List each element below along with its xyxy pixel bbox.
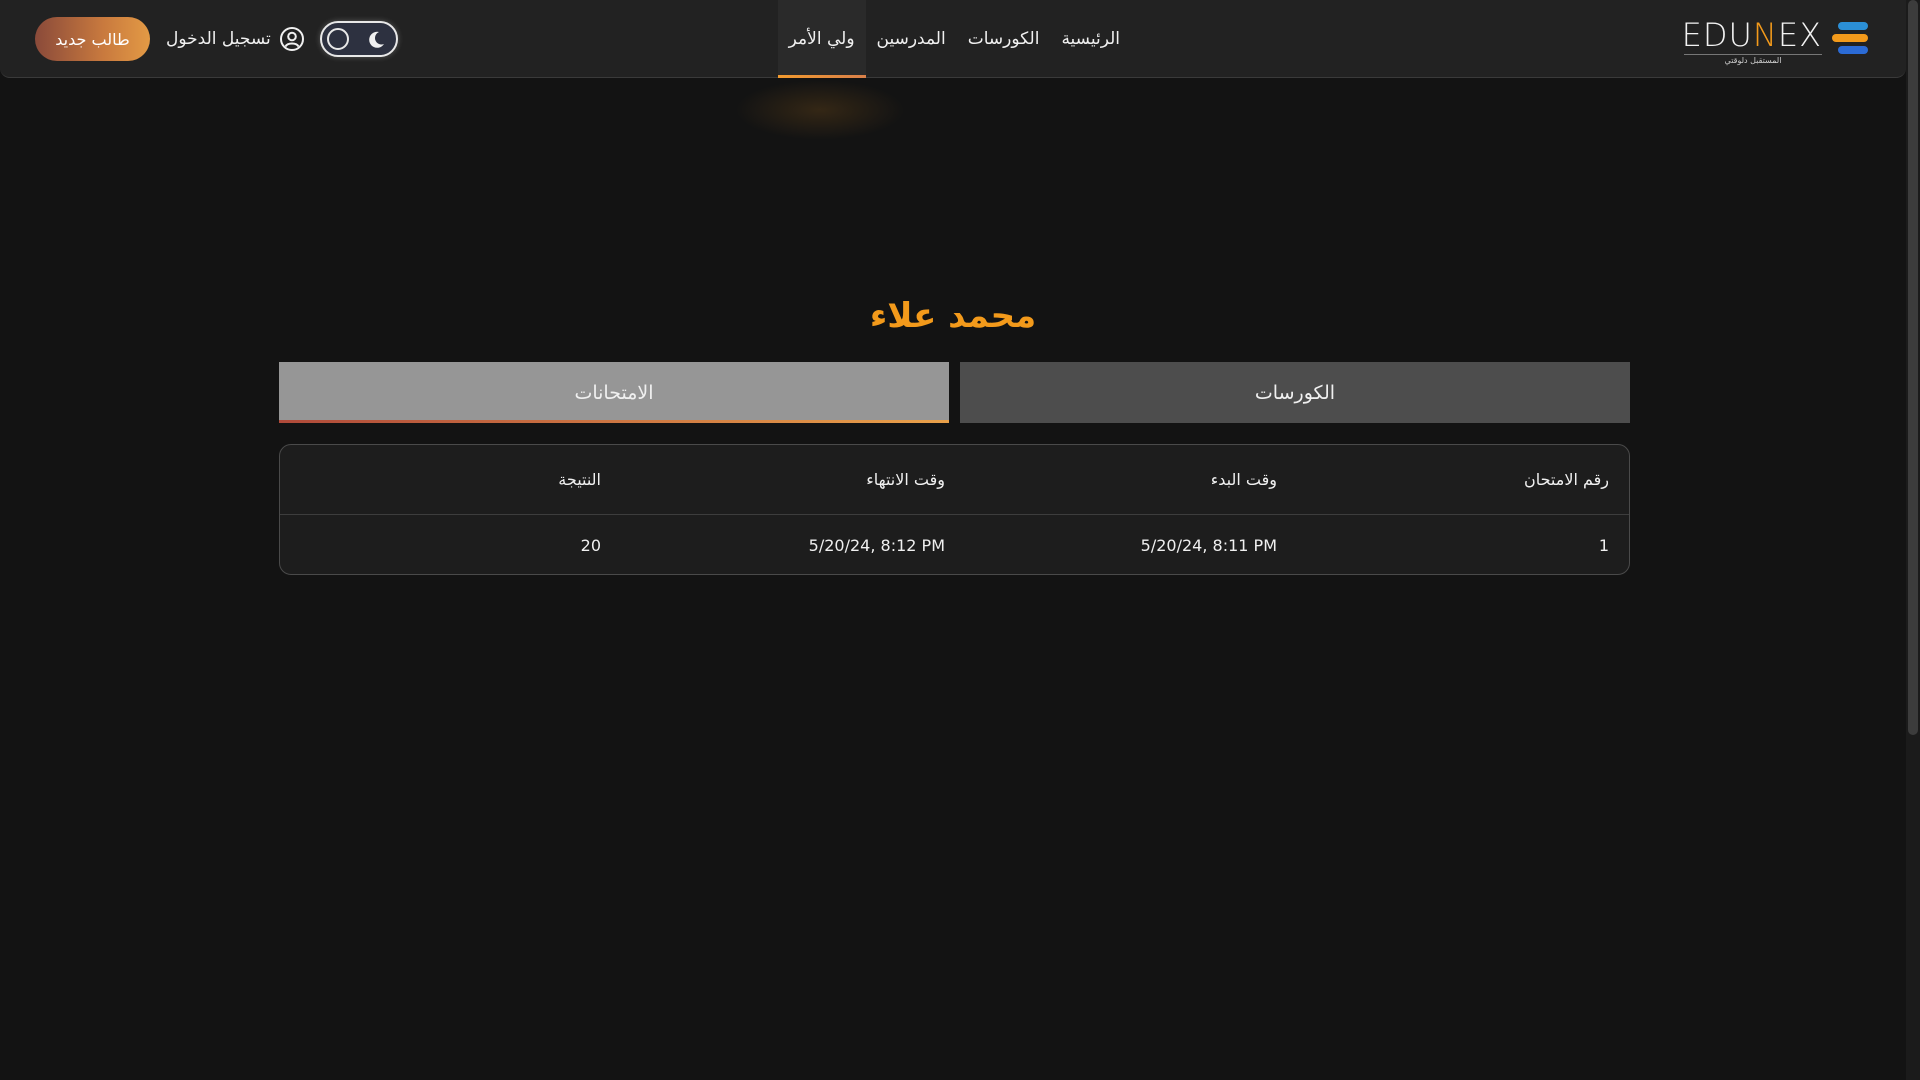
nav-glow (735, 80, 905, 140)
scrollbar-thumb[interactable] (1908, 0, 1918, 735)
toggle-knob (327, 28, 349, 50)
nav-home[interactable]: الرئيسية (1050, 0, 1131, 78)
header-exam-number: رقم الامتحان (1523, 470, 1609, 489)
page-scrollbar[interactable] (1906, 0, 1920, 1080)
header-result: النتيجة (558, 470, 601, 489)
student-name-heading: محمد علاء (869, 296, 1037, 336)
header-start-time: وقت البدء (1210, 470, 1277, 489)
exams-table: رقم الامتحان وقت البدء وقت الانتهاء النت… (279, 444, 1630, 575)
login-label: تسجيل الدخول (166, 29, 271, 49)
edunex-logo[interactable]: EDUNEX المستقبل دلوقتي (1678, 14, 1868, 65)
logo-stripes-icon (1832, 22, 1868, 54)
nav-courses[interactable]: الكورسات (957, 0, 1051, 78)
logo-wordmark: EDUNEX (1681, 16, 1822, 54)
tab-exams[interactable]: الامتحانات (279, 362, 949, 423)
new-student-button[interactable]: طالب جديد (35, 17, 150, 61)
cell-end-time: 5/20/24, 8:12 PM (808, 535, 945, 555)
theme-toggle[interactable] (320, 21, 398, 57)
cell-exam-number: 1 (1598, 535, 1609, 555)
header-end-time: وقت الانتهاء (866, 470, 945, 489)
table-header-row: رقم الامتحان وقت البدء وقت الانتهاء النت… (280, 445, 1629, 515)
cell-start-time: 5/20/24, 8:11 PM (1140, 535, 1277, 555)
user-circle-icon (279, 27, 304, 51)
login-button[interactable]: تسجيل الدخول (166, 20, 305, 58)
nav-teachers[interactable]: المدرسين (866, 0, 957, 78)
nav-parent[interactable]: ولي الأمر (777, 0, 866, 78)
top-navbar: EDUNEX المستقبل دلوقتي الرئيسية الكورسات… (0, 0, 1906, 78)
table-row: 1 5/20/24, 8:11 PM 5/20/24, 8:12 PM 20 (280, 515, 1629, 574)
main-nav: الرئيسية الكورسات المدرسين ولي الأمر (777, 0, 1131, 78)
logo-tagline: المستقبل دلوقتي (1684, 54, 1822, 65)
cell-result: 20 (580, 535, 601, 555)
tab-courses[interactable]: الكورسات (960, 362, 1630, 423)
moon-icon (369, 31, 384, 48)
